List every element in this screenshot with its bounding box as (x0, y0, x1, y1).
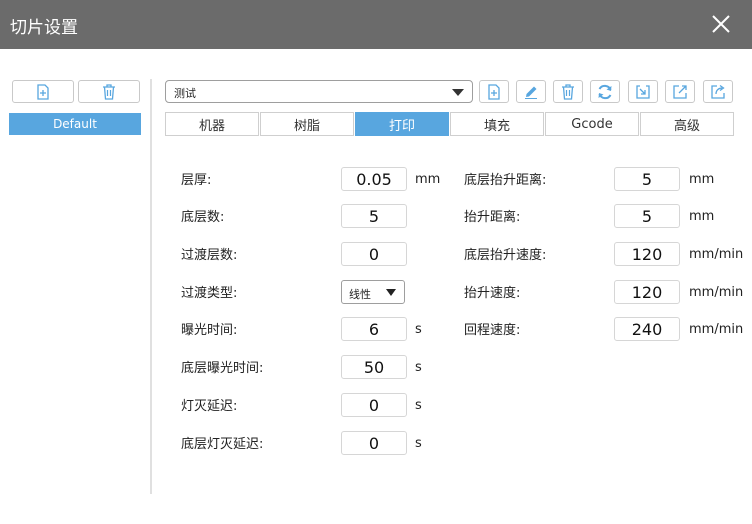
lift-distance-unit: mm (689, 209, 715, 224)
delete-profile-button[interactable] (78, 80, 140, 103)
exposure-time-unit: s (415, 322, 422, 337)
trash-icon (103, 83, 115, 100)
retract-speed-label: 回程速度: (464, 323, 521, 338)
bottom-exposure-time-label: 底层曝光时间: (181, 361, 264, 376)
lift-speed-unit: mm/min (689, 285, 744, 300)
new-file-icon (37, 83, 49, 100)
bottom-lift-distance-label: 底层抬升距离: (464, 173, 547, 188)
profile-select-value: 测试 (174, 87, 196, 100)
dropdown-arrow-icon (452, 89, 464, 96)
title-bar: 切片设置 (0, 0, 752, 49)
transition-type-value: 线性 (349, 288, 371, 301)
bottom-exposure-time-input[interactable]: 50 (341, 355, 407, 379)
export-icon (673, 84, 687, 99)
bottom-layers-input[interactable]: 5 (341, 204, 407, 228)
lift-speed-input[interactable]: 120 (614, 280, 680, 304)
add-profile-button[interactable] (12, 80, 74, 103)
layer-height-unit: mm (415, 172, 441, 187)
exposure-time-input[interactable]: 6 (341, 317, 407, 341)
exposure-time-label: 曝光时间: (181, 323, 238, 338)
light-off-delay-input[interactable]: 0 (341, 393, 407, 417)
bottom-lift-distance-unit: mm (689, 172, 715, 187)
new-file-icon (488, 83, 500, 100)
tab-advanced[interactable]: 高级 (640, 112, 734, 136)
bottom-light-off-delay-label: 底层灯灭延迟: (181, 437, 264, 452)
bottom-lift-speed-unit: mm/min (689, 247, 744, 262)
tab-resin[interactable]: 树脂 (260, 112, 354, 136)
bottom-exposure-time-unit: s (415, 360, 422, 375)
transition-type-label: 过渡类型: (181, 286, 238, 301)
lift-distance-label: 抬升距离: (464, 210, 521, 225)
window-title: 切片设置 (10, 18, 78, 38)
transition-layers-input[interactable]: 0 (341, 242, 407, 266)
tab-gcode[interactable]: Gcode (545, 112, 639, 136)
close-button[interactable] (705, 8, 737, 40)
delete-button[interactable] (553, 80, 583, 103)
transition-type-select[interactable]: 线性 (341, 280, 405, 304)
profile-select[interactable]: 测试 (165, 80, 473, 103)
share-button[interactable] (703, 80, 733, 103)
layer-height-input[interactable]: 0.05 (341, 167, 407, 191)
panel-divider (150, 79, 152, 494)
tab-print[interactable]: 打印 (355, 112, 449, 136)
trash-icon (562, 83, 574, 100)
new-profile-button[interactable] (479, 80, 509, 103)
import-button[interactable] (628, 80, 658, 103)
share-icon (711, 84, 725, 99)
light-off-delay-unit: s (415, 398, 422, 413)
bottom-light-off-delay-unit: s (415, 436, 422, 451)
bottom-lift-speed-input[interactable]: 120 (614, 242, 680, 266)
transition-layers-label: 过渡层数: (181, 248, 238, 263)
bottom-lift-speed-label: 底层抬升速度: (464, 248, 547, 263)
tab-infill[interactable]: 填充 (450, 112, 544, 136)
bottom-layers-label: 底层数: (181, 210, 225, 225)
refresh-button[interactable] (590, 80, 620, 103)
lift-distance-input[interactable]: 5 (614, 204, 680, 228)
dialog-body: Default 测试 机器 树脂 打印 填充 Gcode 高级 层厚: 0.05… (0, 49, 752, 524)
dropdown-arrow-icon (386, 289, 396, 296)
bottom-light-off-delay-input[interactable]: 0 (341, 431, 407, 455)
retract-speed-unit: mm/min (689, 322, 744, 337)
import-icon (636, 84, 650, 99)
close-icon (712, 15, 730, 33)
refresh-icon (598, 84, 612, 99)
light-off-delay-label: 灯灭延迟: (181, 399, 238, 414)
tab-machine[interactable]: 机器 (165, 112, 259, 136)
profile-item-default[interactable]: Default (9, 113, 141, 135)
lift-speed-label: 抬升速度: (464, 286, 521, 301)
export-button[interactable] (665, 80, 695, 103)
edit-pencil-icon (525, 86, 537, 99)
edit-profile-button[interactable] (516, 80, 546, 103)
layer-height-label: 层厚: (181, 173, 212, 188)
retract-speed-input[interactable]: 240 (614, 317, 680, 341)
bottom-lift-distance-input[interactable]: 5 (614, 167, 680, 191)
